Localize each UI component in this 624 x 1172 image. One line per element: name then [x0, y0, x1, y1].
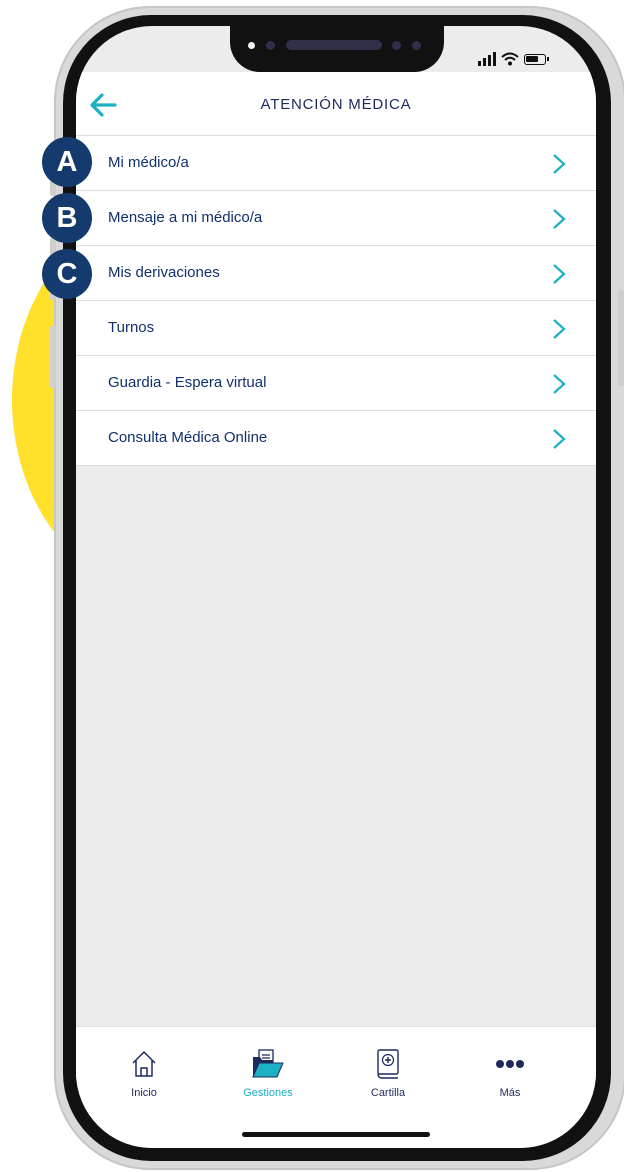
menu-item-guardia[interactable]: Guardia - Espera virtual [76, 356, 596, 411]
menu-item-label: Consulta Médica Online [108, 429, 268, 446]
home-icon [132, 1051, 156, 1077]
signal-icon [478, 52, 496, 66]
notch-sensor [392, 41, 401, 50]
chevron-right-icon [553, 429, 566, 449]
phone-notch [230, 26, 444, 72]
menu-item-label: Mensaje a mi médico/a [108, 209, 263, 226]
notch-speaker [286, 40, 382, 50]
chevron-right-icon [553, 374, 566, 394]
tab-inicio[interactable]: Inicio [94, 1049, 194, 1099]
menu-item-label: Mi médico/a [108, 154, 189, 171]
badge-b: B [42, 193, 92, 243]
notch-sensor [248, 42, 255, 49]
medical-book-icon [377, 1049, 399, 1079]
folder-icon [252, 1049, 284, 1078]
menu-item-label: Turnos [108, 319, 155, 336]
phone-side-button [50, 326, 56, 388]
menu-item-consulta-online[interactable]: Consulta Médica Online [76, 411, 596, 466]
page-title: ATENCIÓN MÉDICA [260, 96, 412, 113]
chevron-right-icon [553, 264, 566, 284]
chevron-right-icon [553, 209, 566, 229]
tab-label: Gestiones [243, 1087, 293, 1099]
battery-icon [524, 54, 549, 65]
stage: ATENCIÓN MÉDICA Mi médico/a Mensaje a mi… [0, 0, 624, 1172]
tab-label: Cartilla [370, 1087, 406, 1099]
tab-mas[interactable]: Más [460, 1049, 560, 1099]
header-bar: ATENCIÓN MÉDICA [76, 72, 596, 136]
wifi-icon [501, 52, 519, 66]
phone-screen: ATENCIÓN MÉDICA Mi médico/a Mensaje a mi… [76, 26, 596, 1148]
menu-item-turnos[interactable]: Turnos [76, 301, 596, 356]
more-dots-icon [496, 1060, 524, 1068]
menu-item-mi-medico[interactable]: Mi médico/a [76, 136, 596, 191]
menu-list: Mi médico/a Mensaje a mi médico/a Mis de… [76, 136, 596, 466]
status-icons [478, 48, 549, 66]
home-indicator [242, 1132, 430, 1137]
chevron-right-icon [553, 319, 566, 339]
tab-label: Más [499, 1087, 521, 1099]
tab-gestiones[interactable]: Gestiones [218, 1049, 318, 1099]
chevron-right-icon [553, 154, 566, 174]
tab-label: Inicio [131, 1087, 157, 1099]
phone-side-button [618, 290, 624, 386]
tab-cartilla[interactable]: Cartilla [338, 1049, 438, 1099]
menu-item-mis-derivaciones[interactable]: Mis derivaciones [76, 246, 596, 301]
badge-c: C [42, 249, 92, 299]
menu-item-label: Guardia - Espera virtual [108, 374, 267, 391]
menu-item-mensaje-medico[interactable]: Mensaje a mi médico/a [76, 191, 596, 246]
bottom-tab-bar: Inicio Gestiones Cartilla Más [76, 1026, 596, 1148]
notch-camera [412, 41, 421, 50]
menu-item-label: Mis derivaciones [108, 264, 220, 281]
notch-sensor [266, 41, 275, 50]
badge-a: A [42, 137, 92, 187]
